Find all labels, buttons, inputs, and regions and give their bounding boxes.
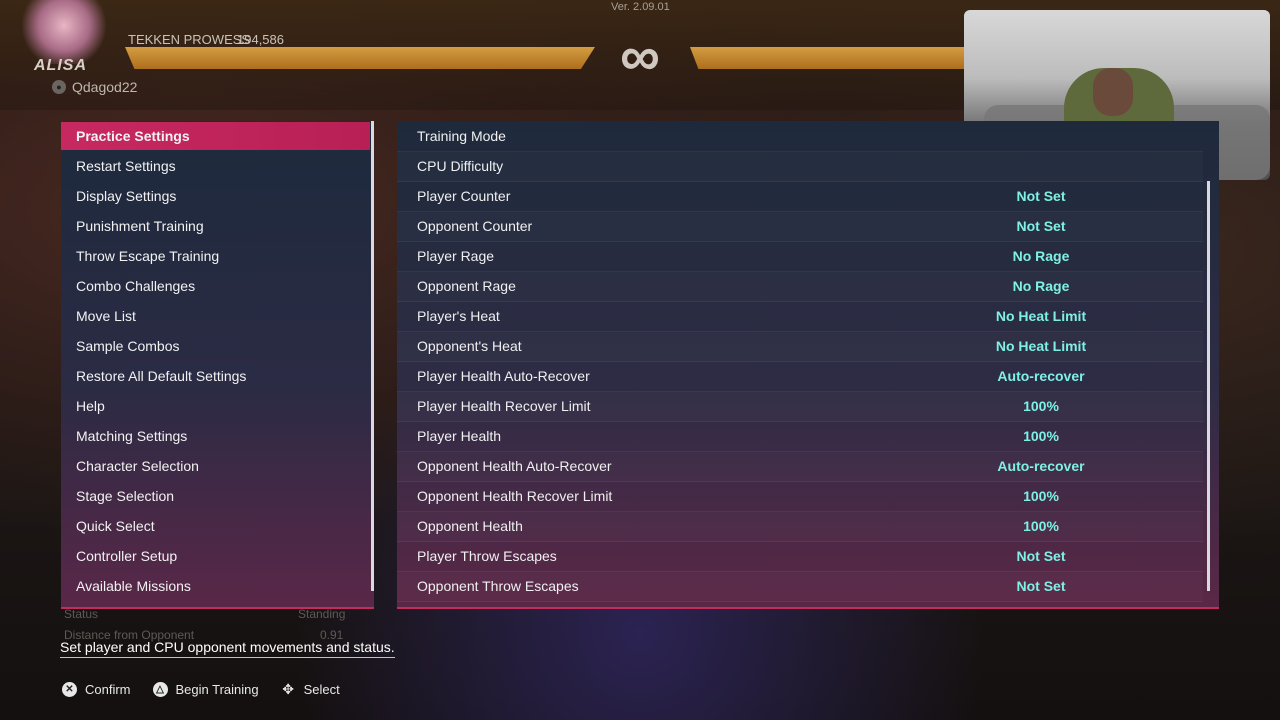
player-health-bar	[125, 47, 595, 69]
setting-row-player-rage[interactable]: Player Rage No Rage	[397, 242, 1203, 272]
setting-label: CPU Difficulty	[417, 158, 504, 174]
controls-bar: ✕ Confirm △ Begin Training ✥ Select	[62, 682, 340, 697]
setting-value: 100%	[1023, 518, 1059, 534]
player-id-text: Qdagod22	[72, 79, 138, 95]
character-name: ALISA	[34, 57, 87, 74]
control-label: Select	[303, 682, 340, 697]
setting-row-player-throw-escapes[interactable]: Player Throw Escapes Not Set	[397, 542, 1203, 572]
setting-row-player-s-heat[interactable]: Player's Heat No Heat Limit	[397, 302, 1203, 332]
setting-label: Player's Heat	[417, 308, 500, 324]
menu-item-display-settings[interactable]: Display Settings	[61, 182, 370, 210]
setting-value: No Rage	[1012, 248, 1070, 264]
version-label: Ver. 2.09.01	[611, 1, 670, 13]
setting-value: Not Set	[1016, 188, 1066, 204]
setting-value: Not Set	[1016, 218, 1066, 234]
menu-item-help[interactable]: Help	[61, 392, 370, 420]
control-hint-begin-training[interactable]: △ Begin Training	[152, 682, 259, 697]
setting-value: Not Set	[1016, 548, 1066, 564]
triangle-button-icon: △	[152, 682, 168, 697]
control-label: Confirm	[85, 682, 131, 697]
setting-label: Opponent Counter	[417, 218, 533, 234]
menu-item-stage-selection[interactable]: Stage Selection	[61, 482, 370, 510]
setting-value: Not Set	[1016, 578, 1066, 594]
setting-value: 100%	[1023, 398, 1059, 414]
setting-label: Player Health Auto-Recover	[417, 368, 590, 384]
webcam-head	[1093, 68, 1133, 116]
status-value: Standing	[298, 607, 346, 621]
setting-label: Opponent Health Auto-Recover	[417, 458, 612, 474]
menu-item-punishment-training[interactable]: Punishment Training	[61, 212, 370, 240]
menu-item-quick-select[interactable]: Quick Select	[61, 512, 370, 540]
setting-row-player-health[interactable]: Player Health 100%	[397, 422, 1203, 452]
status-label: Status	[64, 607, 99, 621]
setting-value: No Heat Limit	[995, 308, 1087, 324]
cross-button-icon: ✕	[62, 682, 77, 697]
setting-row-opponent-health-recover-limit[interactable]: Opponent Health Recover Limit 100%	[397, 482, 1203, 512]
character-portrait	[22, 0, 106, 64]
settings-scrollbar[interactable]	[1207, 181, 1210, 591]
control-hint-confirm[interactable]: ✕ Confirm	[62, 682, 131, 697]
pause-menu: Practice Settings Restart Settings Display…	[61, 121, 374, 609]
setting-value: No Heat Limit	[995, 338, 1087, 354]
infinity-timer-icon: ∞	[620, 24, 660, 87]
setting-row-opponent-rage[interactable]: Opponent Rage No Rage	[397, 272, 1203, 302]
menu-item-character-selection[interactable]: Character Selection	[61, 452, 370, 480]
menu-item-restore-all-default-settings[interactable]: Restore All Default Settings	[61, 362, 370, 390]
control-hint-select[interactable]: ✥ Select	[281, 681, 340, 698]
setting-value: 100%	[1023, 428, 1059, 444]
control-label: Begin Training	[175, 682, 259, 697]
setting-label: Opponent Throw Escapes	[417, 578, 579, 594]
setting-label: Player Counter	[417, 188, 511, 204]
setting-label: Player Throw Escapes	[417, 548, 557, 564]
prowess-label: TEKKEN PROWESS	[128, 32, 251, 47]
setting-row-player-health-recover-limit[interactable]: Player Health Recover Limit 100%	[397, 392, 1203, 422]
menu-scrollbar[interactable]	[371, 121, 374, 591]
setting-row-opponent-health[interactable]: Opponent Health 100%	[397, 512, 1203, 542]
menu-item-combo-challenges[interactable]: Combo Challenges	[61, 272, 370, 300]
menu-item-throw-escape-training[interactable]: Throw Escape Training	[61, 242, 370, 270]
menu-item-move-list[interactable]: Move List	[61, 302, 370, 330]
setting-row-opponent-counter[interactable]: Opponent Counter Not Set	[397, 212, 1203, 242]
setting-value: No Rage	[1012, 278, 1070, 294]
setting-label: Opponent Health	[417, 518, 523, 534]
opponent-health-bar	[690, 47, 970, 69]
setting-label: Training Mode	[417, 128, 506, 144]
menu-item-available-missions[interactable]: Available Missions	[61, 572, 370, 600]
prowess-value: 194,586	[237, 32, 284, 47]
setting-label: Opponent Health Recover Limit	[417, 488, 613, 504]
setting-value: Auto-recover	[997, 458, 1085, 474]
setting-label: Player Health Recover Limit	[417, 398, 591, 414]
setting-value: 100%	[1023, 488, 1059, 504]
setting-row-opponent-s-heat[interactable]: Opponent's Heat No Heat Limit	[397, 332, 1203, 362]
settings-panel: Training Mode CPU Difficulty Player Counte…	[397, 121, 1219, 609]
setting-label: Player Health	[417, 428, 502, 444]
setting-row-opponent-health-auto-recover[interactable]: Opponent Health Auto-Recover Auto-recover	[397, 452, 1203, 482]
menu-item-controller-setup[interactable]: Controller Setup	[61, 542, 370, 570]
setting-label: Opponent's Heat	[417, 338, 522, 354]
setting-value: Auto-recover	[997, 368, 1085, 384]
psn-icon: ●	[52, 80, 66, 94]
menu-item-matching-settings[interactable]: Matching Settings	[61, 422, 370, 450]
setting-label: Opponent Rage	[417, 278, 516, 294]
setting-row-training-mode[interactable]: Training Mode	[397, 122, 1203, 152]
setting-row-player-health-auto-recover[interactable]: Player Health Auto-Recover Auto-recover	[397, 362, 1203, 392]
setting-row-player-counter[interactable]: Player Counter Not Set	[397, 182, 1203, 212]
setting-label: Player Rage	[417, 248, 495, 264]
menu-item-practice-settings[interactable]: Practice Settings	[61, 122, 370, 150]
help-hint: Set player and CPU opponent movements an…	[60, 639, 395, 658]
setting-row-opponent-throw-escapes[interactable]: Opponent Throw Escapes Not Set	[397, 572, 1203, 602]
menu-item-sample-combos[interactable]: Sample Combos	[61, 332, 370, 360]
setting-row-cpu-difficulty[interactable]: CPU Difficulty	[397, 152, 1203, 182]
dpad-icon: ✥	[282, 681, 294, 697]
player-id: ● Qdagod22	[52, 79, 137, 95]
menu-item-restart-settings[interactable]: Restart Settings	[61, 152, 370, 180]
